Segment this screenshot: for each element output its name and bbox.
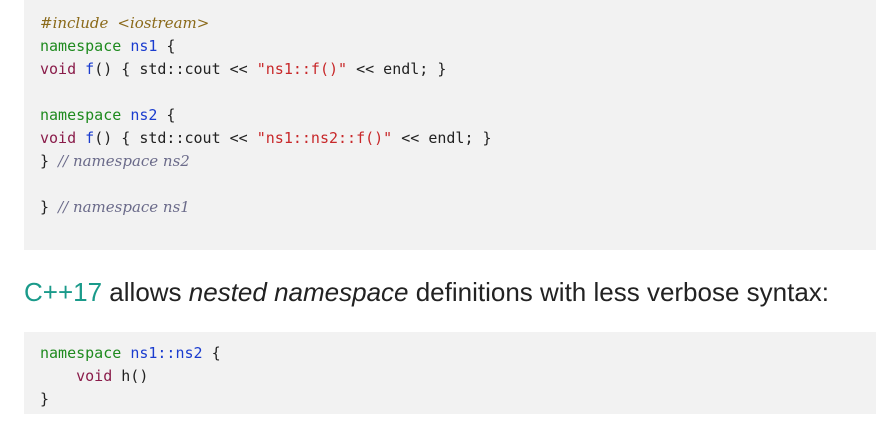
keyword-namespace: namespace: [40, 106, 122, 124]
code-text: {: [202, 344, 221, 362]
prose-emphasis: nested namespace: [188, 277, 409, 307]
preprocessor-directive: #include: [40, 14, 109, 32]
prose-paragraph: C++17 allows nested namespace definition…: [24, 272, 876, 312]
closing-brace: }: [40, 198, 59, 216]
keyword-void: void: [76, 367, 113, 385]
code-text: {: [157, 106, 176, 124]
namespace-name: ns2: [175, 344, 203, 362]
code-comment: // namespace ns2: [58, 152, 190, 170]
code-line-namespace-ns2: namespace ns2 {: [40, 104, 860, 127]
code-line-close-ns2: } // namespace ns2: [40, 150, 860, 173]
code-text: << endl; }: [392, 129, 492, 147]
closing-brace: }: [40, 152, 59, 170]
include-target: <iostream>: [117, 14, 210, 32]
code-text: {: [157, 37, 176, 55]
code-text: () { std::cout <<: [94, 60, 257, 78]
code-block-1: #include <iostream> namespace ns1 { void…: [24, 0, 876, 250]
namespace-name: ns2: [130, 106, 158, 124]
code-text: << endl; }: [347, 60, 447, 78]
code-block-2: namespace ns1::ns2 { void h() }: [24, 332, 876, 414]
code-line-function-h: void h(): [40, 365, 860, 388]
code-line-close-ns1: } // namespace ns1: [40, 196, 860, 219]
code-line-function-f-nested: void f() { std::cout << "ns1::ns2::f()" …: [40, 127, 860, 150]
keyword-void: void: [40, 60, 77, 78]
code-text: () { std::cout <<: [94, 129, 257, 147]
closing-brace: }: [40, 390, 50, 408]
function-name: f: [85, 129, 95, 147]
keyword-void: void: [40, 129, 77, 147]
namespace-name: ns1: [130, 344, 158, 362]
code-comment: // namespace ns1: [58, 198, 190, 216]
function-name: f: [85, 60, 95, 78]
code-text: h(): [112, 367, 149, 385]
cpp17-label: C++17: [24, 277, 103, 307]
prose-text: definitions with less verbose syntax:: [408, 277, 830, 307]
code-line-function-f: void f() { std::cout << "ns1::f()" << en…: [40, 58, 860, 81]
code-line-nested-namespace: namespace ns1::ns2 {: [40, 342, 860, 365]
keyword-namespace: namespace: [40, 37, 122, 55]
keyword-namespace: namespace: [40, 344, 122, 362]
namespace-name: ns1: [130, 37, 158, 55]
string-literal: "ns1::f()": [256, 60, 348, 78]
code-line-namespace-ns1: namespace ns1 {: [40, 35, 860, 58]
code-line-close: }: [40, 388, 860, 411]
prose-text: allows: [102, 277, 189, 307]
scope-operator: ::: [157, 344, 176, 362]
string-literal: "ns1::ns2::f()": [256, 129, 393, 147]
code-line-include: #include <iostream>: [40, 12, 860, 35]
